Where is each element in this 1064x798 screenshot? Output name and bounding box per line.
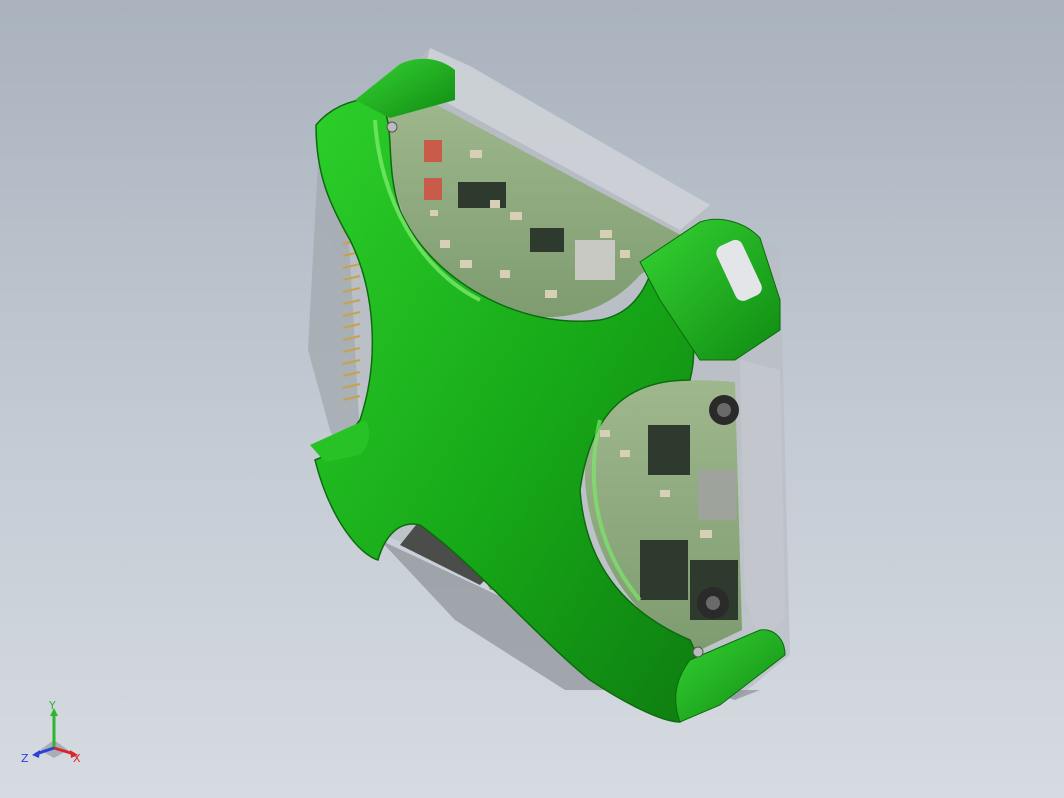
enclosure-3d-model[interactable] [0,0,1064,798]
cad-viewport[interactable]: Y X Z [0,0,1064,798]
z-axis-label: Z [21,752,29,765]
y-axis-label: Y [48,700,56,712]
z-axis-head [32,750,40,758]
orientation-triad[interactable]: Y X Z [18,700,88,770]
x-axis-label: X [73,752,81,765]
